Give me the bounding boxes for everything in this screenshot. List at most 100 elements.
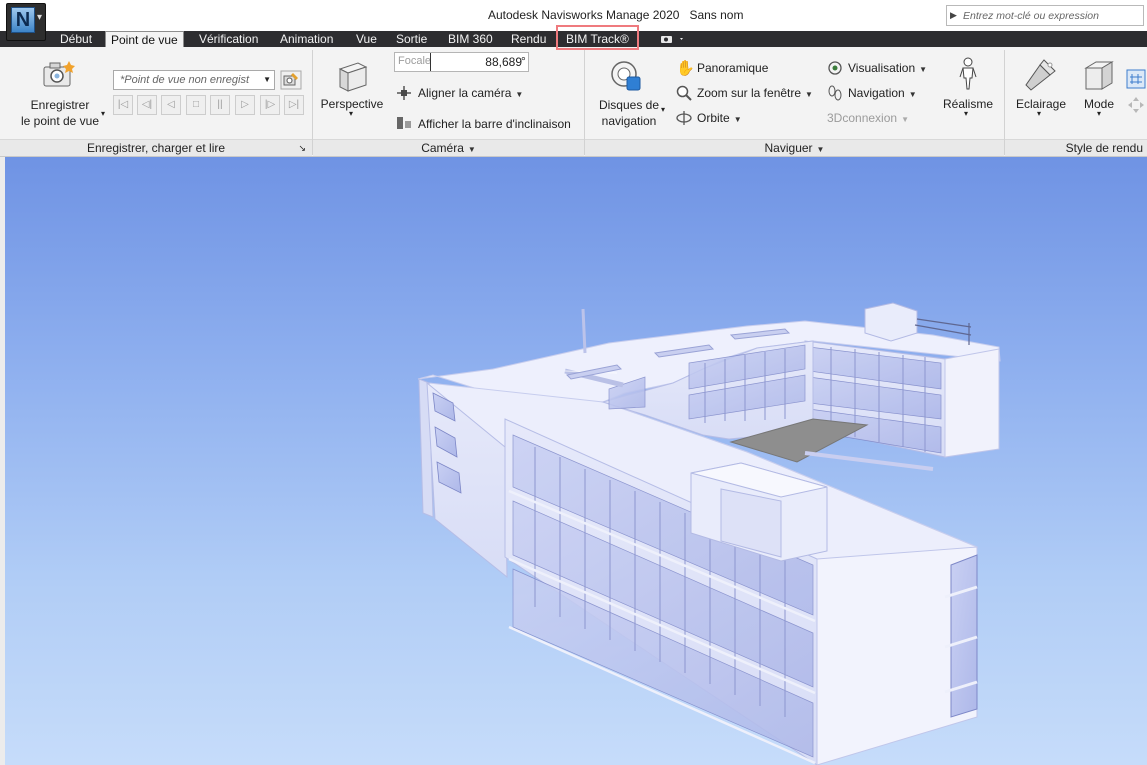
tab-bim-track[interactable]: BIM Track® xyxy=(566,31,629,47)
camera-panel-title: Caméra xyxy=(421,141,464,155)
look-around-button[interactable]: Visualisation ▼ xyxy=(848,61,927,75)
show-tilt-bar-button[interactable]: Afficher la barre d'inclinaison xyxy=(418,117,571,131)
save-viewpoint-line2: le point de vue xyxy=(20,114,100,128)
chevron-down-icon: ▼ xyxy=(467,145,476,154)
chevron-down-icon: ▼ xyxy=(515,90,524,99)
first-frame-button[interactable]: |◁ xyxy=(113,95,133,115)
rooftop-unit-small xyxy=(864,302,918,342)
panel-launcher-icon[interactable]: ↘ xyxy=(298,140,306,156)
orbit-icon xyxy=(676,111,692,125)
look-around-label: Visualisation xyxy=(848,61,916,75)
chevron-down-icon: ▼ xyxy=(816,145,825,154)
save-panel-footer[interactable]: Enregistrer, charger et lire ↘ xyxy=(0,139,312,156)
navigation-wheels-line1: Disques de xyxy=(598,98,660,112)
fit-view-icon[interactable] xyxy=(1126,95,1146,115)
lighting-dropdown-icon[interactable]: ▾ xyxy=(1037,109,1041,118)
navigation-footprints-icon xyxy=(828,85,842,101)
chevron-down-icon: ▼ xyxy=(908,90,917,99)
app-name: Autodesk Navisworks Manage 2020 xyxy=(488,8,680,22)
step-forward-button[interactable]: |▷ xyxy=(260,95,280,115)
tab-verification[interactable]: Vérification xyxy=(199,31,258,47)
camera-save-icon[interactable] xyxy=(42,59,76,89)
navigate-panel-title: Naviguer xyxy=(764,141,813,155)
pan-button[interactable]: Panoramique xyxy=(697,61,768,75)
chevron-down-icon: ▼ xyxy=(901,115,909,124)
grid-display-icon[interactable] xyxy=(1126,69,1146,89)
viewpoint-settings-icon[interactable] xyxy=(280,70,302,90)
focal-field[interactable]: Focale xyxy=(394,52,529,72)
chevron-down-icon: ▼ xyxy=(919,65,928,74)
focal-length-input[interactable] xyxy=(430,53,528,71)
tab-debut[interactable]: Début xyxy=(60,31,92,47)
tab-bim360[interactable]: BIM 360 xyxy=(448,31,493,47)
tab-sortie[interactable]: Sortie xyxy=(396,31,427,47)
render-panel-title: Style de rendu xyxy=(1065,141,1143,155)
tab-vue[interactable]: Vue xyxy=(356,31,377,47)
flashlight-icon[interactable] xyxy=(1022,57,1058,93)
search-box[interactable]: ▶ xyxy=(946,5,1144,26)
zoom-window-button[interactable]: Zoom sur la fenêtre ▼ xyxy=(697,86,813,100)
search-expand-icon[interactable]: ▶ xyxy=(950,10,957,21)
focal-label: Focale xyxy=(398,55,432,67)
3dconnexion-label: 3Dconnexion xyxy=(827,111,898,125)
save-viewpoint-dropdown-icon[interactable]: ▾ xyxy=(101,109,105,118)
3dconnexion-button[interactable]: 3Dconnexion ▼ xyxy=(827,111,909,125)
steering-wheels-icon[interactable] xyxy=(609,59,645,93)
navigation-wheels-line2: navigation xyxy=(601,114,657,128)
tab-rendu[interactable]: Rendu xyxy=(511,31,546,47)
viewpoint-combo-value: *Point de vue non enregist xyxy=(120,74,250,86)
chevron-down-icon: ▾ xyxy=(37,12,43,23)
chevron-down-icon: ▼ xyxy=(733,115,742,124)
pan-hand-icon: ✋ xyxy=(676,60,695,77)
chevron-down-icon: ▼ xyxy=(263,75,271,84)
navigate-panel-footer[interactable]: Naviguer ▼ xyxy=(585,139,1004,156)
save-panel-title: Enregistrer, charger et lire xyxy=(86,141,226,155)
mode-dropdown-icon[interactable]: ▾ xyxy=(1097,109,1101,118)
orbit-button[interactable]: Orbite ▼ xyxy=(697,111,742,125)
step-back-button[interactable]: ◁| xyxy=(137,95,157,115)
tab-animation[interactable]: Animation xyxy=(280,31,333,47)
render-panel-footer[interactable]: Style de rendu xyxy=(1005,139,1147,156)
navigation-button[interactable]: Navigation ▼ xyxy=(848,86,917,100)
tab-point-de-vue[interactable]: Point de vue xyxy=(105,31,184,47)
zoom-window-label: Zoom sur la fenêtre xyxy=(697,86,802,100)
application-menu-button[interactable]: N ▾ xyxy=(6,3,46,41)
play-button[interactable]: ▷ xyxy=(235,95,255,115)
perspective-cube-icon[interactable] xyxy=(336,59,370,93)
extra-tab-menu[interactable] xyxy=(660,31,684,47)
search-input[interactable] xyxy=(961,7,1141,24)
viewpoint-combo[interactable]: *Point de vue non enregist ▼ xyxy=(113,70,275,90)
pause-button[interactable]: || xyxy=(210,95,230,115)
navigation-wheels-button[interactable]: Disques de navigation xyxy=(592,97,666,129)
align-camera-label: Aligner la caméra xyxy=(418,86,512,100)
navigation-wheels-dropdown-icon[interactable]: ▾ xyxy=(661,105,665,114)
ribbon-tab-bar: Début Point de vue Vérification Animatio… xyxy=(0,31,1147,47)
zoom-window-icon xyxy=(676,85,692,101)
perspective-dropdown-icon[interactable]: ▾ xyxy=(349,109,353,118)
look-around-icon xyxy=(828,61,842,75)
3d-viewport[interactable] xyxy=(5,157,1147,765)
render-mode-cube-icon[interactable] xyxy=(1082,59,1116,93)
video-camera-icon xyxy=(661,36,683,43)
camera-panel-footer[interactable]: Caméra ▼ xyxy=(313,139,584,156)
navigation-label: Navigation xyxy=(848,86,905,100)
realism-person-icon[interactable] xyxy=(957,57,979,91)
orbit-label: Orbite xyxy=(697,111,730,125)
save-viewpoint-button[interactable]: Enregistrer le point de vue xyxy=(14,97,106,129)
document-name: Sans nom xyxy=(689,8,744,22)
title-bar: Autodesk Navisworks Manage 2020 Sans nom … xyxy=(0,0,1147,31)
chevron-down-icon: ▼ xyxy=(805,90,813,99)
play-reverse-button[interactable]: ◁ xyxy=(161,95,181,115)
navisworks-logo-icon: N xyxy=(11,7,35,33)
realism-dropdown-icon[interactable]: ▾ xyxy=(964,109,968,118)
align-camera-icon xyxy=(397,86,411,100)
ribbon: Enregistrer le point de vue ▾ *Point de … xyxy=(0,47,1147,157)
focal-unit: ° xyxy=(521,54,526,68)
window-title: Autodesk Navisworks Manage 2020 Sans nom xyxy=(488,8,743,22)
building-model[interactable] xyxy=(5,157,1147,765)
align-camera-button[interactable]: Aligner la caméra ▼ xyxy=(418,86,523,100)
stop-button[interactable]: □ xyxy=(186,95,206,115)
save-viewpoint-line1: Enregistrer xyxy=(30,98,90,112)
tilt-bar-icon xyxy=(397,117,411,129)
last-frame-button[interactable]: ▷| xyxy=(284,95,304,115)
